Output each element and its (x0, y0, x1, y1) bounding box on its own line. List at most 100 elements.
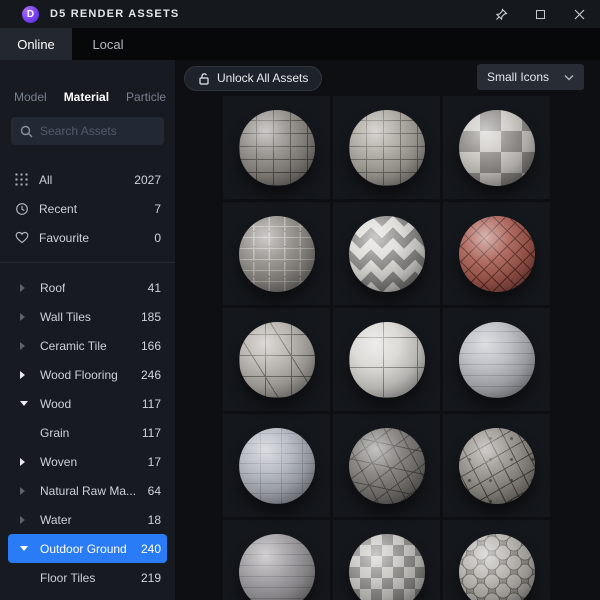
expand-arrow-icon[interactable] (20, 283, 30, 292)
sidebar-item-all[interactable]: All 2027 (0, 165, 175, 194)
triangle-right-icon (20, 283, 25, 292)
tab-model[interactable]: Model (14, 90, 47, 104)
sidebar: Model Material Particle All 2027 Recent 7 Fa… (0, 60, 175, 600)
tab-online[interactable]: Online (0, 28, 72, 60)
search-icon (20, 125, 33, 137)
category-count: 185 (140, 309, 161, 324)
category-item-roof[interactable]: Roof 41 (8, 273, 167, 302)
close-icon[interactable] (572, 7, 586, 21)
pin-icon[interactable] (494, 7, 508, 21)
white-panels-sphere-preview (348, 321, 425, 398)
source-tab-bar: Online Local (0, 28, 600, 60)
category-item-natural-raw-ma[interactable]: Natural Raw Ma... 64 (8, 476, 167, 505)
d5-logo-icon: D (22, 5, 39, 23)
smooth-bluegray-tiles-sphere-preview (458, 321, 535, 398)
triangle-right-icon (20, 341, 25, 350)
red-herringbone-brick-sphere-preview (458, 215, 535, 292)
hexagon-tiles-sphere-preview (458, 533, 535, 600)
category-item-wood[interactable]: Wood 117 (8, 389, 167, 418)
expand-arrow-icon[interactable] (20, 312, 30, 321)
icon-size-dropdown[interactable]: Small Icons (477, 64, 584, 90)
triangle-right-icon (20, 370, 25, 379)
bluegray-subtle-brick-sphere-preview (238, 427, 315, 504)
sidebar-item-label: Recent (39, 201, 78, 216)
material-item-light-flagstone[interactable] (223, 308, 330, 411)
category-label: Floor Tiles (40, 570, 96, 585)
category-label: Wall Tiles (40, 309, 91, 324)
material-item-smooth-bluegray-tiles[interactable] (443, 308, 550, 411)
small-checker-tiles-sphere-preview (348, 533, 425, 600)
tab-material[interactable]: Material (64, 90, 109, 104)
heart-icon (14, 230, 29, 245)
expand-arrow-icon[interactable] (20, 546, 30, 551)
category-item-ceramic-tile[interactable]: Ceramic Tile 166 (8, 331, 167, 360)
category-item-grain[interactable]: Grain 117 (8, 418, 167, 447)
category-count: 64 (147, 483, 161, 498)
category-item-water[interactable]: Water 18 (8, 505, 167, 534)
triangle-down-icon (20, 401, 28, 406)
unlock-icon (199, 72, 209, 85)
expand-arrow-icon[interactable] (20, 401, 30, 406)
tab-particle[interactable]: Particle (126, 90, 166, 104)
material-item-hexagon-tiles[interactable] (443, 520, 550, 600)
tab-local[interactable]: Local (72, 28, 144, 60)
triangle-right-icon (20, 312, 25, 321)
category-count: 117 (141, 425, 161, 440)
category-item-outdoor-ground[interactable]: Outdoor Ground 240 (8, 534, 167, 563)
category-item-wood-flooring[interactable]: Wood Flooring 246 (8, 360, 167, 389)
material-item-chevron-zigzag-tiles[interactable] (333, 202, 440, 305)
category-item-woven[interactable]: Woven 17 (8, 447, 167, 476)
material-item-speckled-gray-brick[interactable] (223, 520, 330, 600)
light-stone-tiles-sphere-preview (348, 109, 425, 186)
material-item-white-panels[interactable] (333, 308, 440, 411)
material-item-gray-stone-masonry[interactable] (223, 96, 330, 199)
asset-count: 2027 (134, 172, 161, 187)
material-item-large-checker-tiles[interactable] (443, 96, 550, 199)
material-grid (223, 96, 553, 600)
sidebar-item-label: All (39, 172, 53, 187)
category-item-floor-tiles[interactable]: Floor Tiles 219 (8, 563, 167, 592)
asset-count: 0 (154, 230, 161, 245)
material-item-bluegray-subtle-brick[interactable] (223, 414, 330, 517)
main-panel: Unlock All Assets Small Icons (175, 60, 600, 600)
category-label: Wood Flooring (40, 367, 118, 382)
sidebar-divider (0, 262, 175, 263)
material-item-cracked-gray-mud[interactable] (333, 414, 440, 517)
search-box[interactable] (11, 117, 164, 145)
expand-arrow-icon[interactable] (20, 457, 30, 466)
category-label: Wood (40, 396, 72, 411)
cracked-ornate-stone-sphere-preview (458, 427, 535, 504)
category-label: Woven (40, 454, 78, 469)
light-flagstone-sphere-preview (238, 321, 315, 398)
material-item-cracked-ornate-stone[interactable] (443, 414, 550, 517)
quick-filter-list: All 2027 Recent 7 Favourite 0 (0, 165, 175, 252)
sidebar-item-favourite[interactable]: Favourite 0 (0, 223, 175, 252)
expand-arrow-icon[interactable] (20, 341, 30, 350)
material-item-light-stone-tiles[interactable] (333, 96, 440, 199)
category-count: 17 (147, 454, 161, 469)
search-input[interactable] (40, 124, 155, 138)
icon-size-value: Small Icons (487, 70, 550, 84)
sidebar-item-recent[interactable]: Recent 7 (0, 194, 175, 223)
chevron-down-icon (564, 70, 574, 84)
chevron-zigzag-tiles-sphere-preview (348, 215, 425, 292)
expand-arrow-icon[interactable] (20, 515, 30, 524)
cracked-gray-mud-sphere-preview (348, 427, 425, 504)
category-count: 18 (147, 512, 161, 527)
triangle-right-icon (20, 457, 25, 466)
expand-arrow-icon[interactable] (20, 486, 30, 495)
window-title: D5 RENDER ASSETS (50, 8, 180, 20)
title-bar: D D5 RENDER ASSETS (0, 0, 600, 28)
maximize-icon[interactable] (533, 7, 547, 21)
category-label: Water (40, 512, 72, 527)
material-item-red-herringbone-brick[interactable] (443, 202, 550, 305)
speckled-gray-brick-sphere-preview (238, 533, 315, 600)
category-label: Grain (40, 425, 70, 440)
material-item-paving-inset-blocks[interactable] (223, 202, 330, 305)
unlock-all-assets-button[interactable]: Unlock All Assets (184, 65, 323, 91)
category-item-wall-tiles[interactable]: Wall Tiles 185 (8, 302, 167, 331)
material-item-small-checker-tiles[interactable] (333, 520, 440, 600)
expand-arrow-icon[interactable] (20, 370, 30, 379)
category-label: Ceramic Tile (40, 338, 107, 353)
category-label: Roof (40, 280, 66, 295)
